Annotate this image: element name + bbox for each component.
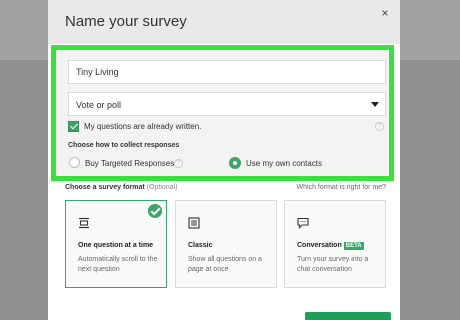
next-button[interactable]: [305, 312, 391, 320]
highlight-frame: Vote or poll My questions are already wr…: [51, 45, 394, 181]
modal-header: Name your survey ×: [48, 0, 400, 44]
card-title: Classic: [188, 242, 213, 249]
format-heading-text: Choose a survey format: [65, 184, 145, 191]
card-title: One question at a time: [78, 242, 154, 249]
buy-responses-radio[interactable]: [69, 157, 80, 168]
card-description: Show all questions on a page at once: [188, 256, 262, 273]
card-title: Conversation BETA: [297, 242, 364, 250]
questions-written-row[interactable]: My questions are already written. ?: [68, 120, 386, 136]
format-card-one-question[interactable]: One question at a time Automatically scr…: [65, 200, 167, 288]
name-survey-modal: Name your survey × Vote or poll My quest…: [48, 0, 400, 320]
own-contacts-label[interactable]: Use my own contacts: [246, 159, 322, 168]
questions-written-label: My questions are already written.: [84, 122, 202, 131]
card-title-text: Conversation: [297, 242, 342, 249]
format-help-link[interactable]: Which format is right for me?: [297, 184, 386, 191]
format-heading: Choose a survey format (Optional): [65, 184, 177, 191]
collect-options: Buy Targeted Responses ? Use my own cont…: [68, 156, 386, 172]
format-card-classic[interactable]: Classic Show all questions on a page at …: [175, 200, 277, 288]
help-icon[interactable]: ?: [174, 159, 183, 168]
survey-name-input[interactable]: [68, 60, 386, 84]
buy-responses-label[interactable]: Buy Targeted Responses: [85, 159, 174, 168]
survey-type-value: Vote or poll: [76, 100, 122, 110]
chat-bubble-icon: [297, 217, 309, 229]
beta-badge: BETA: [343, 242, 364, 250]
modal-title: Name your survey: [65, 13, 187, 30]
questions-written-checkbox[interactable]: [68, 121, 79, 132]
format-card-conversation[interactable]: Conversation BETA Turn your survey into a…: [284, 200, 386, 288]
caret-down-icon: [371, 102, 379, 107]
format-optional-text: (Optional): [146, 184, 178, 191]
card-description: Automatically scroll to the next questio…: [78, 256, 158, 273]
card-description: Turn your survey into a chat conversatio…: [297, 256, 369, 273]
own-contacts-radio[interactable]: [229, 157, 241, 169]
help-icon[interactable]: ?: [375, 122, 384, 131]
collect-heading: Choose how to collect responses: [68, 142, 180, 149]
survey-type-select[interactable]: Vote or poll: [68, 92, 386, 116]
classic-page-icon: [188, 217, 200, 229]
selected-check-icon: [148, 204, 162, 218]
close-icon[interactable]: ×: [378, 6, 392, 20]
one-question-icon: [79, 217, 89, 229]
